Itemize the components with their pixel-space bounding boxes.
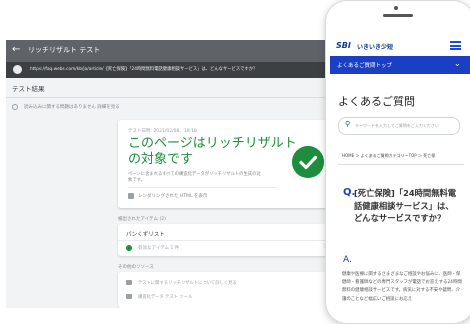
rich-results-panel: ← リッチリザルト テスト https://faq.webs.com/kb/ja… xyxy=(6,40,366,308)
valid-status-icon xyxy=(126,245,132,251)
resource-link[interactable]: テストに関するリッチリザルトについて詳しく見る xyxy=(138,280,237,286)
resource-link[interactable]: 構造化データ テスト ツール xyxy=(138,294,192,300)
phone-mockup: SBI いきいき少短 よくあるご質問トップ ⌄ よくあるご質問 ⚲ キーワードを… xyxy=(325,0,470,324)
load-status-text: 読み込みに関する問題はありません 詳細を見る xyxy=(24,105,120,110)
load-status-row[interactable]: 読み込みに関する問題はありません 詳細を見る xyxy=(12,103,212,113)
search-input[interactable]: ⚲ キーワードを入力してご質問をご入力ください xyxy=(338,117,460,135)
google-logo-icon xyxy=(13,65,22,74)
app-title: リッチリザルト テスト xyxy=(28,46,101,54)
answer-text: 健康や医療に関するさまざまなご相談やお悩みに、医師・保健師・看護師などの専門スタ… xyxy=(342,272,462,302)
detected-items-heading: 検出されたアイテム (2) xyxy=(118,217,166,222)
site-header: SBI いきいき少短 xyxy=(330,35,470,55)
doc-icon xyxy=(126,294,132,299)
doc-icon xyxy=(126,280,132,285)
question-text: [死亡保険]「24時間無料電話健康相談サービス」は、どんなサービスですか？ xyxy=(354,188,457,223)
sbi-logo[interactable]: SBI xyxy=(336,41,351,50)
faq-nav-bar[interactable]: よくあるご質問トップ ⌄ xyxy=(330,56,470,74)
valid-items-count: 有効なアイテム 1 件 xyxy=(138,246,180,251)
menu-icon[interactable] xyxy=(450,41,461,50)
resources-card: テストに関するリッチリザルトについて詳しく見る 構造化データ テスト ツール xyxy=(118,272,338,308)
brand-name[interactable]: いきいき少短 xyxy=(357,42,393,51)
search-placeholder: キーワードを入力してご質問をご入力ください xyxy=(355,123,439,128)
url-bar[interactable]: https://faq.webs.com/kb/ja/article/【死亡保険… xyxy=(6,62,366,78)
test-timestamp: テスト日時: 2021/02/08、19:18 xyxy=(128,129,197,134)
camera xyxy=(394,6,398,10)
other-resources-heading: その他のリソース xyxy=(118,265,154,270)
result-card: テスト日時: 2021/02/08、19:18 このページはリッチリザルト の対… xyxy=(118,120,338,208)
faq-top-link[interactable]: よくあるご質問トップ xyxy=(337,61,392,69)
back-arrow-icon[interactable]: ← xyxy=(12,44,20,56)
app-header: ← リッチリザルト テスト xyxy=(6,40,366,62)
screenshot-icon xyxy=(128,193,134,199)
breadcrumb-item-label: パンくずリスト xyxy=(126,232,165,238)
check-circle-icon xyxy=(292,146,324,178)
tested-url: https://faq.webs.com/kb/ja/article/【死亡保険… xyxy=(30,67,258,72)
info-icon xyxy=(12,104,18,110)
divider xyxy=(338,164,464,165)
eligible-headline-line2: の対象です xyxy=(128,152,194,167)
speaker xyxy=(383,14,413,17)
results-heading: テスト結果 xyxy=(12,85,45,93)
result-description: ページに含まれるすべての構造化データがリッチリザルトの生成の対象です。 xyxy=(128,172,261,183)
search-icon: ⚲ xyxy=(345,120,351,128)
page-title: よくあるご質問 xyxy=(338,95,415,108)
divider xyxy=(118,240,338,241)
answer-marker: A. xyxy=(343,255,352,265)
breadcrumb[interactable]: HOME ＞ よくあるご質問カテゴリーTOP ＞ 死亡保 xyxy=(342,153,435,159)
chevron-down-icon[interactable]: ⌄ xyxy=(454,59,461,68)
card-divider xyxy=(128,187,278,188)
breadcrumb-item-card[interactable]: パンくずリスト ⌃ 有効なアイテム 1 件 › xyxy=(118,224,338,256)
eligible-headline-line1: このページはリッチリザルト xyxy=(128,136,297,151)
view-rendered-html-link[interactable]: レンダリングされた HTML を表示 xyxy=(138,193,207,199)
divider xyxy=(6,97,366,98)
